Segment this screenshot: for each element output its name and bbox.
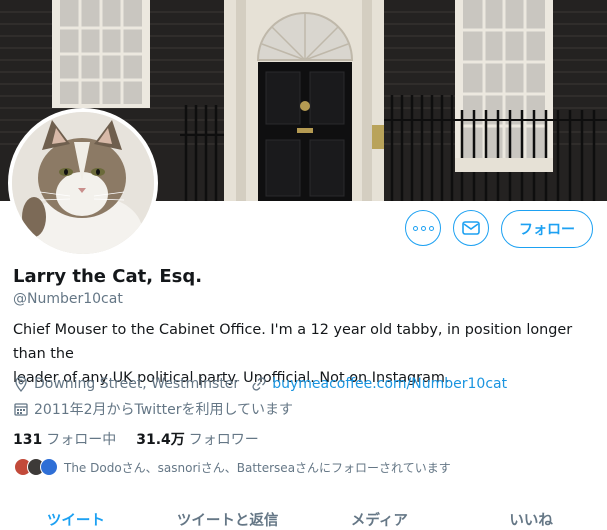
profile-joined-date: 2011年2月からTwitterを利用しています: [34, 402, 294, 418]
profile-actions: フォロー: [405, 210, 593, 248]
follow-button[interactable]: フォロー: [501, 210, 593, 248]
followers-you-know[interactable]: The Dodoさん、sasnoriさん、Batterseaさんにフォローされて…: [14, 458, 451, 476]
followers-you-know-text: The Dodoさん、sasnoriさん、Batterseaさんにフォローされて…: [64, 460, 451, 475]
mail-icon: [462, 221, 480, 235]
followers-label: フォロワー: [188, 432, 259, 448]
profile-meta-row: Downing Street, Westminster buymeacoffee…: [13, 376, 507, 392]
tab-media[interactable]: メディア: [304, 500, 456, 530]
follower-avatar: [40, 458, 58, 476]
calendar-icon: [14, 403, 28, 416]
following-count: 131: [13, 432, 43, 448]
profile-tabs: ツイート ツイートと返信 メディア いいね: [0, 500, 607, 530]
followers-stat[interactable]: 31.4万 フォロワー: [136, 429, 259, 449]
more-button[interactable]: [405, 210, 441, 246]
link-icon: [252, 377, 266, 391]
tab-likes[interactable]: いいね: [455, 500, 607, 530]
tab-tweets-and-replies[interactable]: ツイートと返信: [152, 500, 304, 530]
bio-line: Chief Mouser to the Cabinet Office. I'm …: [13, 322, 573, 362]
profile-location: Downing Street, Westminster: [34, 376, 240, 392]
profile-handle: @Number10cat: [13, 291, 123, 307]
following-label: フォロー中: [46, 432, 117, 448]
following-stat[interactable]: 131 フォロー中: [13, 429, 116, 449]
tab-tweets[interactable]: ツイート: [0, 500, 152, 530]
follower-avatars: [14, 458, 58, 476]
profile-joined-row: 2011年2月からTwitterを利用しています: [13, 399, 293, 419]
more-icon: [412, 225, 434, 231]
message-button[interactable]: [453, 210, 489, 246]
cat-photo: [12, 112, 154, 254]
profile-avatar[interactable]: [8, 108, 158, 258]
followers-count: 31.4万: [136, 432, 185, 448]
location-icon: [15, 376, 27, 392]
profile-website-link[interactable]: buymeacoffee.com/Number10cat: [272, 376, 507, 392]
profile-name: Larry the Cat, Esq.: [13, 266, 203, 287]
profile-stats: 131 フォロー中 31.4万 フォロワー: [13, 429, 259, 449]
